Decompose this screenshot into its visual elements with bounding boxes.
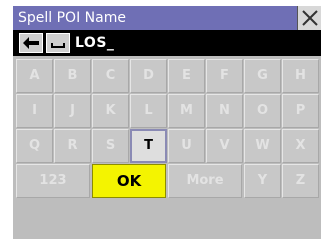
key-e[interactable]: E xyxy=(168,59,205,93)
entry-text[interactable]: LOS_ xyxy=(75,30,114,56)
key-l[interactable]: L xyxy=(130,94,167,128)
keyboard: A B C D E F G H I J K L M N O P Q R S T … xyxy=(13,56,321,239)
ok-button[interactable]: OK xyxy=(92,164,166,198)
key-n[interactable]: N xyxy=(206,94,243,128)
backspace-arrow-icon xyxy=(23,37,39,49)
key-q[interactable]: Q xyxy=(16,129,53,163)
key-d[interactable]: D xyxy=(130,59,167,93)
key-y[interactable]: Y xyxy=(244,164,281,198)
key-a[interactable]: A xyxy=(16,59,53,93)
key-b[interactable]: B xyxy=(54,59,91,93)
key-u[interactable]: U xyxy=(168,129,205,163)
key-f[interactable]: F xyxy=(206,59,243,93)
key-i[interactable]: I xyxy=(16,94,53,128)
key-z[interactable]: Z xyxy=(282,164,319,198)
more-key[interactable]: More xyxy=(168,164,242,198)
space-button[interactable] xyxy=(46,33,70,53)
screen-title: Spell POI Name xyxy=(18,10,126,26)
numbers-key[interactable]: 123 xyxy=(16,164,90,198)
key-x[interactable]: X xyxy=(282,129,319,163)
key-m[interactable]: M xyxy=(168,94,205,128)
key-c[interactable]: C xyxy=(92,59,129,93)
close-icon xyxy=(302,10,318,26)
key-j[interactable]: J xyxy=(54,94,91,128)
key-v[interactable]: V xyxy=(206,129,243,163)
key-g[interactable]: G xyxy=(244,59,281,93)
spell-poi-screen: Spell POI Name LOS_ A B C D E F G H I J … xyxy=(13,6,321,239)
key-r[interactable]: R xyxy=(54,129,91,163)
key-h[interactable]: H xyxy=(282,59,319,93)
key-t[interactable]: T xyxy=(130,129,167,163)
key-k[interactable]: K xyxy=(92,94,129,128)
key-o[interactable]: O xyxy=(244,94,281,128)
backspace-button[interactable] xyxy=(19,33,43,53)
key-w[interactable]: W xyxy=(244,129,281,163)
key-p[interactable]: P xyxy=(282,94,319,128)
key-s[interactable]: S xyxy=(92,129,129,163)
space-icon xyxy=(51,43,65,48)
title-bar: Spell POI Name xyxy=(13,6,321,30)
close-button[interactable] xyxy=(297,6,321,30)
